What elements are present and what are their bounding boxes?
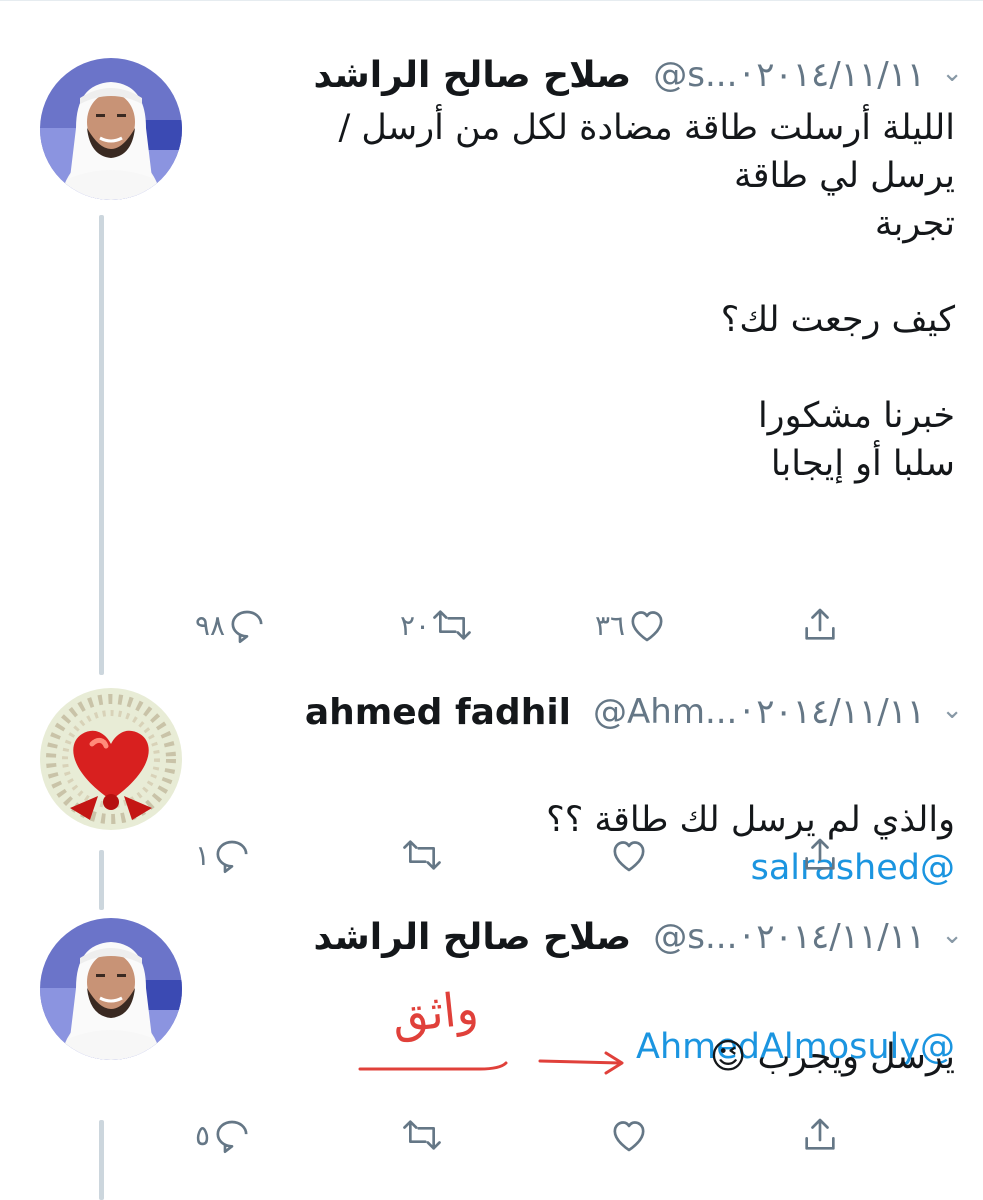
- tweet-header: صلاح صالح الراشد @s... · ٢٠١٤/١١/١١ ⌄: [200, 915, 963, 959]
- heart-avatar: [40, 688, 182, 830]
- chevron-down-icon[interactable]: ⌄: [941, 58, 963, 88]
- share-icon: [805, 608, 835, 640]
- share-icon: [805, 838, 835, 870]
- tweet-date[interactable]: ٢٠١٤/١١/١١: [756, 55, 925, 95]
- avatar[interactable]: [40, 918, 182, 1060]
- user-handle[interactable]: @Ahm...: [593, 692, 737, 732]
- display-name[interactable]: ahmed fadhil: [305, 692, 571, 733]
- tweet-date[interactable]: ٢٠١٤/١١/١١: [756, 692, 925, 732]
- separator-dot: ·: [741, 692, 753, 732]
- share-button[interactable]: [800, 1110, 840, 1160]
- separator-dot: ·: [741, 55, 753, 95]
- separator-dot: ·: [741, 917, 753, 957]
- top-divider: [0, 0, 983, 15]
- reply-count: ٥: [195, 1118, 211, 1152]
- tweet-text: الليلة أرسلت طاقة مضادة لكل من أرسل / ير…: [338, 108, 955, 484]
- avatar[interactable]: [40, 58, 182, 200]
- reply-count: ٩٨: [195, 608, 226, 642]
- tweet-header: صلاح صالح الراشد @s... · ٢٠١٤/١١/١١ ⌄: [200, 53, 963, 97]
- user-handle[interactable]: @s...: [653, 917, 737, 957]
- reply-icon: [231, 610, 263, 643]
- avatar[interactable]: [40, 688, 182, 830]
- thread-line: [99, 215, 104, 675]
- reply-count: ١: [195, 838, 211, 872]
- reply-button[interactable]: ٩٨: [195, 600, 267, 650]
- retweet-icon: [433, 610, 471, 640]
- chevron-down-icon[interactable]: ⌄: [941, 920, 963, 950]
- display-name[interactable]: صلاح صالح الراشد: [314, 917, 632, 958]
- like-count: ٣٦: [595, 608, 626, 642]
- retweet-button[interactable]: [400, 1110, 442, 1160]
- display-name[interactable]: صلاح صالح الراشد: [314, 55, 632, 96]
- like-icon: [631, 611, 663, 642]
- tweet-header: ahmed fadhil @Ahm... · ٢٠١٤/١١/١١ ⌄: [200, 690, 963, 734]
- thread-line: [99, 1120, 104, 1200]
- reply-button[interactable]: ١: [195, 830, 252, 880]
- user-handle[interactable]: @s...: [653, 55, 737, 95]
- share-button[interactable]: [800, 830, 840, 880]
- thread-line: [99, 850, 104, 910]
- share-button[interactable]: [800, 600, 840, 650]
- like-icon: [613, 1121, 645, 1152]
- retweet-button[interactable]: ٢٠: [400, 600, 472, 650]
- tweet-actions: ٥: [195, 1110, 883, 1160]
- retweet-icon: [403, 1120, 441, 1150]
- user-avatar-image: [40, 58, 182, 200]
- retweet-icon: [403, 840, 441, 870]
- share-icon: [805, 1118, 835, 1150]
- like-button[interactable]: [607, 830, 649, 880]
- like-icon: [613, 841, 645, 872]
- reply-icon: [216, 1120, 248, 1153]
- tweet-actions: ٩٨ ٢٠ ٣٦: [195, 600, 883, 650]
- reply-icon: [216, 840, 248, 873]
- tweet-actions: ١: [195, 830, 883, 880]
- retweet-button[interactable]: [400, 830, 442, 880]
- handwritten-annotation: واثق: [330, 981, 630, 1085]
- like-button[interactable]: ٣٦: [595, 600, 667, 650]
- user-avatar-image: [40, 918, 182, 1060]
- like-button[interactable]: [607, 1110, 649, 1160]
- retweet-count: ٢٠: [400, 608, 431, 642]
- chevron-down-icon[interactable]: ⌄: [941, 695, 963, 725]
- tweet-date[interactable]: ٢٠١٤/١١/١١: [756, 917, 925, 957]
- reply-button[interactable]: ٥: [195, 1110, 252, 1160]
